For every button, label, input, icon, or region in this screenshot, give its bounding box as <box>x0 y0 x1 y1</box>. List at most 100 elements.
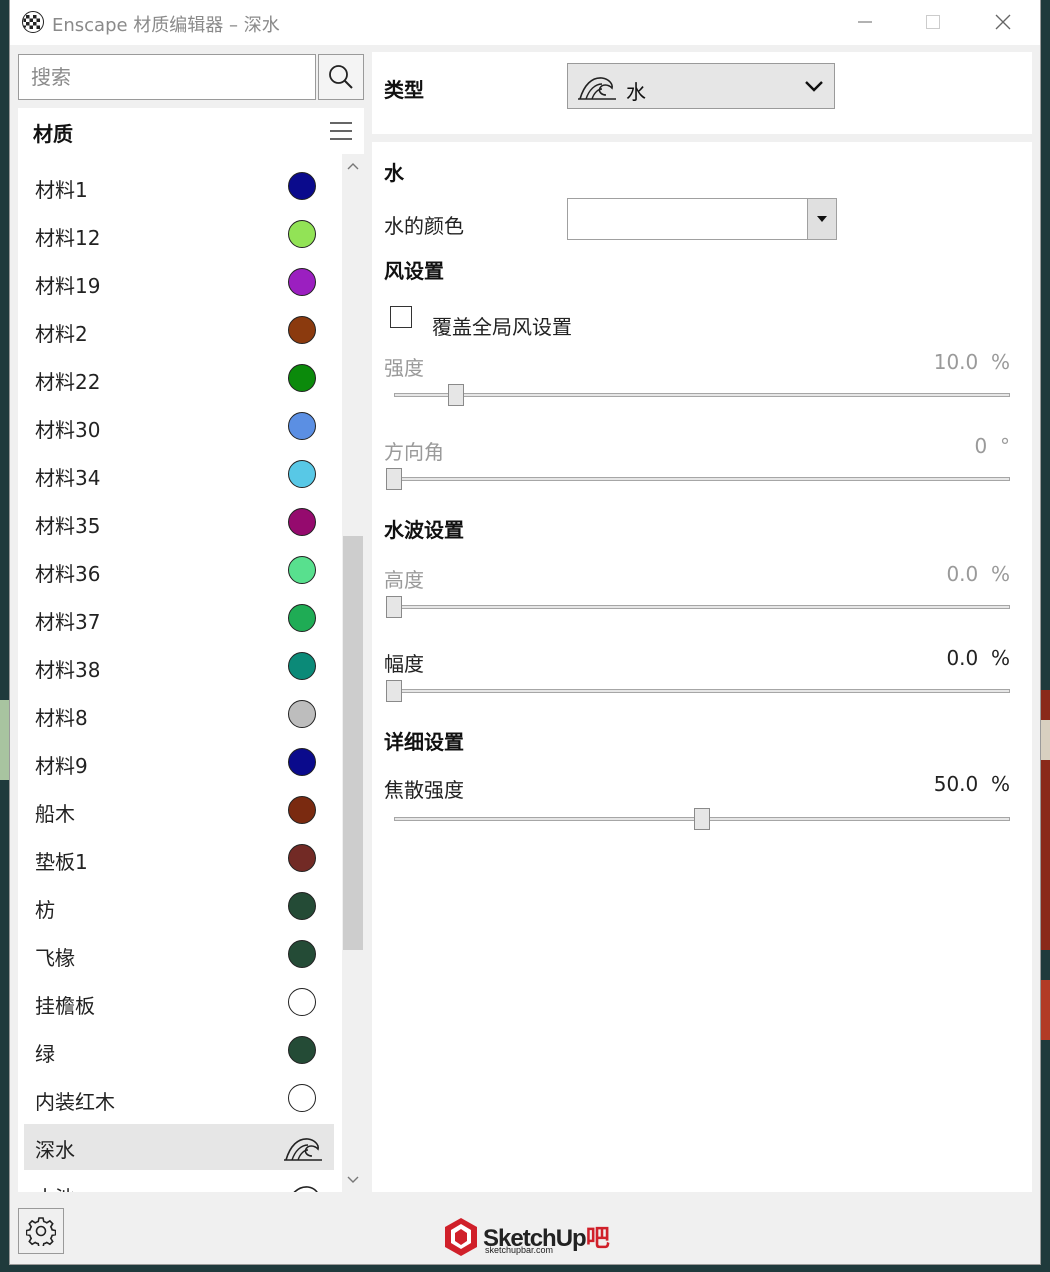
search-icon <box>329 65 353 89</box>
color-swatch <box>288 988 316 1016</box>
override-wind-checkbox[interactable] <box>390 306 412 328</box>
material-name: 水池 <box>35 1182 75 1192</box>
minimize-icon <box>858 21 872 23</box>
scroll-down-button[interactable] <box>342 1168 364 1192</box>
scroll-up-button[interactable] <box>342 154 364 178</box>
slider-track <box>394 393 1010 397</box>
material-item[interactable]: 材料38 <box>24 644 334 690</box>
maximize-button[interactable] <box>918 8 948 36</box>
material-item[interactable]: 垫板1 <box>24 836 334 882</box>
material-name: 飞椽 <box>35 946 75 970</box>
wind-direction-slider[interactable] <box>386 468 1010 492</box>
caret-down-icon <box>817 216 827 222</box>
color-swatch <box>288 652 316 680</box>
color-swatch <box>288 604 316 632</box>
color-swatch <box>288 220 316 248</box>
materials-title: 材质 <box>33 122 73 146</box>
search-input[interactable] <box>18 54 316 100</box>
material-name: 垫板1 <box>35 850 88 874</box>
material-editor-window: Enscape 材质编辑器 – 深水 材质 <box>10 0 1040 1264</box>
color-swatch <box>288 700 316 728</box>
material-item[interactable]: 材料36 <box>24 548 334 594</box>
scroll-thumb[interactable] <box>343 536 363 950</box>
material-type-value: 水 <box>626 80 646 104</box>
materials-panel: 材质 材料1 材料12 材料19 材料2 材料22 材料30 材料34 材料35 材料36 材料3… <box>18 52 364 1192</box>
material-name: 材料19 <box>35 274 101 298</box>
water-wave-icon <box>578 77 616 100</box>
material-name: 材料9 <box>35 754 88 778</box>
wind-strength-label: 强度 <box>384 356 424 380</box>
material-item[interactable]: 材料1 <box>24 164 334 210</box>
materials-header: 材质 <box>18 108 364 154</box>
material-name: 挂檐板 <box>35 994 95 1018</box>
color-swatch <box>288 412 316 440</box>
material-item[interactable]: 材料19 <box>24 260 334 306</box>
slider-thumb[interactable] <box>386 680 402 702</box>
material-item[interactable]: 材料22 <box>24 356 334 402</box>
material-item[interactable]: 挂檐板 <box>24 980 334 1026</box>
material-name: 枋 <box>35 898 55 922</box>
material-item[interactable]: 绿 <box>24 1028 334 1074</box>
color-swatch <box>288 364 316 392</box>
window-title: Enscape 材质编辑器 – 深水 <box>52 15 280 36</box>
wind-strength-slider[interactable] <box>394 384 1010 408</box>
material-item[interactable]: 飞椽 <box>24 932 334 978</box>
settings-button[interactable] <box>18 1208 64 1254</box>
material-item[interactable]: 材料37 <box>24 596 334 642</box>
logo-subtext: sketchupbar.com <box>485 1245 554 1255</box>
water-color-dropdown-button[interactable] <box>807 199 836 239</box>
sketchup-bar-logo: SketchUp吧 sketchupbar.com <box>443 1216 613 1262</box>
material-item[interactable]: 材料30 <box>24 404 334 450</box>
wave-amplitude-label: 幅度 <box>384 652 424 676</box>
wave-height-value: 0.0 % <box>946 562 1010 586</box>
close-icon <box>995 14 1011 30</box>
type-card: 类型 水 <box>372 52 1032 134</box>
material-name: 船木 <box>35 802 75 826</box>
material-item[interactable]: 材料34 <box>24 452 334 498</box>
material-name: 材料34 <box>35 466 101 490</box>
material-name: 材料1 <box>35 178 88 202</box>
close-button[interactable] <box>988 8 1018 36</box>
detail-section-title: 详细设置 <box>384 730 464 754</box>
water-color-picker[interactable] <box>567 198 837 240</box>
color-swatch <box>288 796 316 824</box>
search-button[interactable] <box>318 54 364 100</box>
slider-thumb[interactable] <box>386 468 402 490</box>
materials-scrollbar[interactable] <box>342 154 364 1192</box>
material-name: 材料38 <box>35 658 101 682</box>
sketchup-cube-logo-icon <box>445 1218 477 1256</box>
water-section-title: 水 <box>384 161 404 185</box>
material-name: 绿 <box>35 1042 55 1066</box>
wind-strength-value: 10.0 % <box>933 350 1010 374</box>
wave-amplitude-slider[interactable] <box>386 680 1010 704</box>
slider-thumb[interactable] <box>694 808 710 830</box>
material-type-dropdown[interactable]: 水 <box>567 63 835 109</box>
material-name: 深水 <box>35 1138 75 1162</box>
material-item[interactable]: 枋 <box>24 884 334 930</box>
material-item[interactable]: 水池 <box>24 1172 334 1192</box>
material-item[interactable]: 内装红木 <box>24 1076 334 1122</box>
hamburger-menu-icon[interactable] <box>330 121 352 141</box>
type-label: 类型 <box>384 78 424 102</box>
caustics-slider[interactable] <box>394 808 1010 832</box>
caustics-value: 50.0 % <box>933 772 1010 796</box>
slider-track <box>394 605 1010 609</box>
material-item[interactable]: 船木 <box>24 788 334 834</box>
wind-direction-value: 0 ° <box>974 434 1010 458</box>
wave-height-slider[interactable] <box>386 596 1010 620</box>
material-item[interactable]: 材料8 <box>24 692 334 738</box>
water-wave-icon <box>284 1138 322 1161</box>
minimize-button[interactable] <box>850 8 880 36</box>
bottom-bar: SketchUp吧 sketchupbar.com <box>10 1198 1040 1264</box>
material-item[interactable]: 材料12 <box>24 212 334 258</box>
material-item[interactable]: 深水 <box>24 1124 334 1170</box>
material-item[interactable]: 材料9 <box>24 740 334 786</box>
chevron-down-icon <box>805 81 823 92</box>
override-wind-label[interactable]: 覆盖全局风设置 <box>432 311 572 340</box>
material-item[interactable]: 材料2 <box>24 308 334 354</box>
slider-thumb[interactable] <box>386 596 402 618</box>
material-item[interactable]: 材料35 <box>24 500 334 546</box>
color-swatch <box>288 892 316 920</box>
enscape-logo-icon <box>22 11 44 33</box>
slider-thumb[interactable] <box>447 384 464 406</box>
